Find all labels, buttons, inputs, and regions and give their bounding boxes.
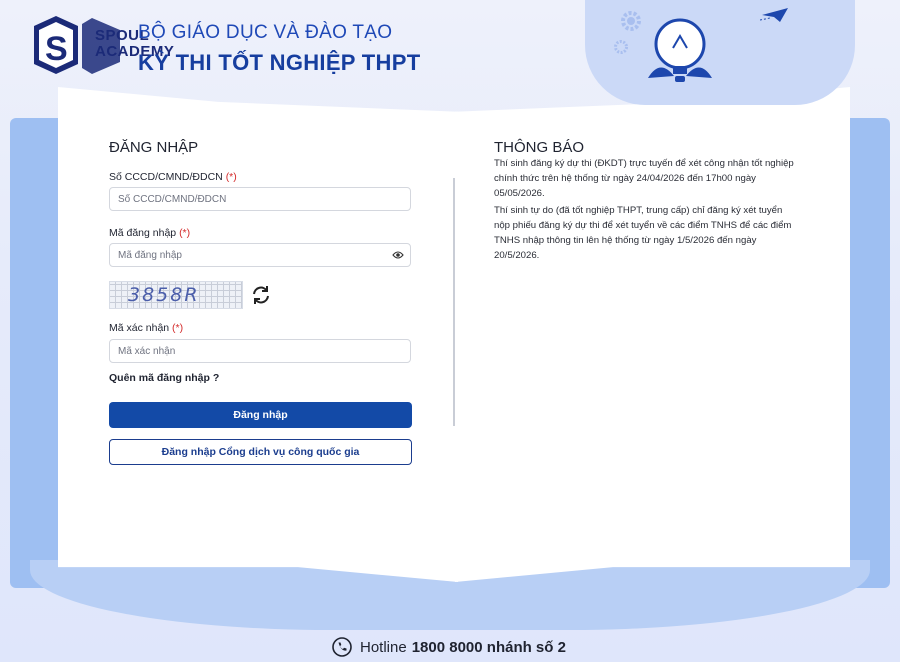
- paper-plane-icon: [760, 8, 788, 22]
- lightbulb-icon: [648, 18, 712, 82]
- refresh-icon[interactable]: [250, 284, 272, 306]
- password-label: Mã đăng nhập (*): [109, 227, 190, 239]
- gear-icon: [614, 40, 628, 54]
- id-label-text: Số CCCD/CMND/ĐDCN: [109, 171, 223, 183]
- ministry-title: BỘ GIÁO DỤC VÀ ĐÀO TẠO: [138, 22, 393, 43]
- forgot-password-link[interactable]: Quên mã đăng nhập ?: [109, 372, 219, 384]
- notice-title: THÔNG BÁO: [494, 139, 585, 156]
- national-portal-login-button[interactable]: Đăng nhập Cổng dịch vụ công quốc gia: [109, 439, 412, 465]
- book-page-left: [58, 87, 458, 582]
- book-spine-divider: [453, 178, 455, 426]
- captcha-label-text: Mã xác nhận: [109, 322, 170, 334]
- required-mark: (*): [225, 171, 237, 183]
- captcha-text: 3858R: [128, 284, 200, 306]
- login-title: ĐĂNG NHẬP: [109, 139, 199, 156]
- required-mark: (*): [179, 227, 191, 239]
- notice-paragraph: Thí sinh tự do (đã tốt nghiệp THPT, trun…: [494, 205, 792, 261]
- phone-icon: [332, 637, 352, 657]
- eye-icon[interactable]: [392, 249, 404, 261]
- password-input[interactable]: [109, 243, 411, 267]
- notice-paragraph: Thí sinh đăng ký dự thi (ĐKDT) trực tuyế…: [494, 158, 794, 199]
- svg-text:S: S: [45, 30, 68, 68]
- captcha-image: 3858R: [109, 281, 243, 309]
- id-number-input[interactable]: [109, 187, 411, 211]
- notice-body: Thí sinh đăng ký dự thi (ĐKDT) trực tuyế…: [494, 156, 794, 265]
- hotline-label: Hotline: [360, 638, 407, 656]
- login-button[interactable]: Đăng nhập: [109, 402, 412, 428]
- captcha-input[interactable]: [109, 339, 411, 363]
- hotline-number: 1800 8000 nhánh số 2: [411, 638, 566, 656]
- hotline: Hotline 1800 8000 nhánh số 2: [332, 636, 566, 658]
- captcha-label: Mã xác nhận (*): [109, 322, 183, 334]
- id-label: Số CCCD/CMND/ĐDCN (*): [109, 171, 237, 183]
- exam-title: KỲ THI TỐT NGHIỆP THPT: [138, 50, 421, 75]
- password-label-text: Mã đăng nhập: [109, 227, 177, 239]
- required-mark: (*): [172, 322, 184, 334]
